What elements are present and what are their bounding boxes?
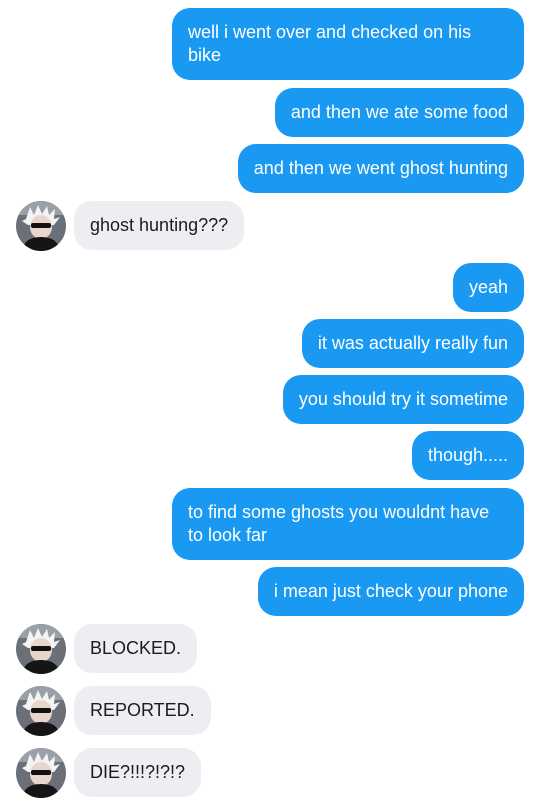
incoming-message[interactable]: REPORTED. xyxy=(74,686,211,735)
message-text: i mean just check your phone xyxy=(273,581,508,601)
outgoing-message[interactable]: i mean just check your phone xyxy=(257,567,524,616)
outgoing-message[interactable]: to find some ghosts you wouldnt have to … xyxy=(172,488,524,560)
incoming-message[interactable]: ghost hunting??? xyxy=(74,201,245,250)
message-text: yeah xyxy=(468,277,508,297)
contact-avatar-icon[interactable] xyxy=(16,748,66,798)
incoming-message[interactable]: BLOCKED. xyxy=(74,624,198,673)
incoming-message[interactable]: DIE?!!!?!?!? xyxy=(74,748,202,797)
outgoing-message[interactable]: though..... xyxy=(411,431,524,480)
message-text: though..... xyxy=(427,445,508,465)
message-text: ghost hunting??? xyxy=(90,215,229,235)
outgoing-message[interactable]: and then we ate some food xyxy=(274,88,524,137)
message-text: to find some ghosts you wouldnt have to … xyxy=(188,502,490,545)
message-text: and then we went ghost hunting xyxy=(253,158,508,178)
chat-thread: well i went over and checked on his bike… xyxy=(0,0,540,805)
outgoing-message[interactable]: you should try it sometime xyxy=(282,375,524,424)
outgoing-message[interactable]: it was actually really fun xyxy=(301,319,524,368)
contact-avatar-icon[interactable] xyxy=(16,624,66,674)
outgoing-message[interactable]: and then we went ghost hunting xyxy=(237,144,524,193)
contact-avatar-icon[interactable] xyxy=(16,686,66,736)
message-text: BLOCKED. xyxy=(90,638,182,658)
message-text: DIE?!!!?!?!? xyxy=(90,762,186,782)
message-text: it was actually really fun xyxy=(317,333,508,353)
contact-avatar-icon[interactable] xyxy=(16,201,66,251)
message-text: you should try it sometime xyxy=(298,389,508,409)
outgoing-message[interactable]: yeah xyxy=(452,263,524,312)
message-text: REPORTED. xyxy=(90,700,195,720)
outgoing-message[interactable]: well i went over and checked on his bike xyxy=(172,8,524,80)
message-text: and then we ate some food xyxy=(290,102,508,122)
message-text: well i went over and checked on his bike xyxy=(188,22,472,65)
